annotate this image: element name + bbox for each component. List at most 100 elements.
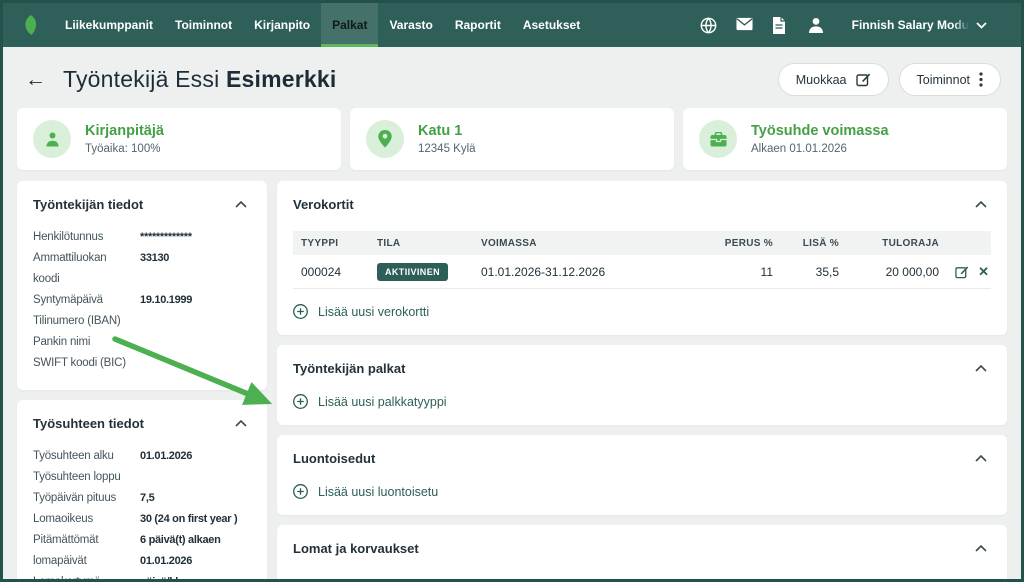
actions-button-label: Toiminnot: [917, 73, 971, 87]
add-benefit-link[interactable]: Lisää uusi luontoisetu: [293, 484, 991, 499]
collapse-chevron-up-icon[interactable]: [231, 417, 251, 431]
info-value: [140, 311, 251, 332]
plus-circle-icon: [293, 304, 308, 319]
row-edit-icon[interactable]: [955, 265, 969, 279]
user-icon[interactable]: [808, 17, 825, 34]
kebab-menu-icon: [979, 72, 983, 87]
account-dropdown[interactable]: Finnish Salary Modu: [852, 18, 987, 32]
column-header-perus: PERUS %: [701, 238, 773, 249]
location-pin-icon: [366, 120, 404, 158]
tax-card-base-pct: 11: [701, 265, 773, 279]
table-header-row: TYYPPI TILA VOIMASSA PERUS % LISÄ % TULO…: [293, 231, 991, 255]
info-row: SWIFT koodi (BIC): [33, 353, 251, 374]
benefits-section-title: Luontoisedut: [293, 451, 375, 466]
info-value: *************: [140, 227, 251, 248]
page-title: Työntekijä Essi Esimerkki: [63, 66, 337, 93]
page-title-prefix: Työntekijä Essi: [63, 66, 226, 92]
employment-info-title: Työsuhteen tiedot: [33, 416, 144, 431]
info-value: 01.01.2026: [140, 446, 251, 467]
plus-circle-icon: [293, 484, 308, 499]
tax-card-status: AKTIIVINEN: [377, 263, 481, 281]
summary-card-title: Kirjanpitäjä: [85, 123, 164, 139]
nav-item-toiminnot[interactable]: Toiminnot: [164, 3, 243, 47]
app-leaf-logo[interactable]: [21, 14, 40, 36]
nav-item-raportit[interactable]: Raportit: [444, 3, 512, 47]
tax-cards-title: Verokortit: [293, 197, 354, 212]
summary-card-employment: Työsuhde voimassa Alkaen 01.01.2026: [683, 108, 1007, 170]
page-header: ← Työntekijä Essi Esimerkki Muokkaa Toim…: [3, 47, 1021, 107]
actions-button[interactable]: Toiminnot: [899, 63, 1002, 96]
info-row-clipped: Lomakertymä päivä/kk: [33, 572, 251, 580]
info-value: 7,5: [140, 488, 251, 509]
info-row: Ammattiluokan koodi 33130: [33, 248, 251, 290]
info-row: Työsuhteen loppu: [33, 467, 251, 488]
tax-card-type: 000024: [293, 265, 377, 279]
summary-card-subtitle: Alkaen 01.01.2026: [751, 143, 889, 155]
collapse-chevron-up-icon[interactable]: [231, 198, 251, 212]
nav-item-palkat-active[interactable]: Palkat: [321, 3, 378, 47]
edit-button[interactable]: Muokkaa: [778, 63, 889, 96]
info-value: päivä/kk: [140, 572, 251, 580]
back-arrow[interactable]: ←: [25, 69, 46, 90]
tax-card-validity: 01.01.2026-31.12.2026: [481, 265, 701, 279]
table-row: 000024 AKTIIVINEN 01.01.2026-31.12.2026 …: [293, 255, 991, 289]
content-area: Työntekijän tiedot Henkilötunnus *******…: [3, 170, 1021, 582]
summary-card-role: Kirjanpitäjä Työaika: 100%: [17, 108, 341, 170]
status-badge: AKTIIVINEN: [377, 263, 448, 281]
collapse-chevron-up-icon[interactable]: [971, 362, 991, 376]
tax-cards-section: Verokortit TYYPPI TILA VOIMASSA PERUS % …: [277, 181, 1007, 335]
app-window: Liikekumppanit Toiminnot Kirjanpito Palk…: [0, 0, 1024, 582]
collapse-chevron-up-icon[interactable]: [971, 452, 991, 466]
info-label: Lomakertymä: [33, 572, 135, 580]
info-value: 6 päivä(t) alkaen 01.01.2026: [140, 530, 251, 572]
globe-icon[interactable]: [700, 17, 717, 34]
add-benefit-label: Lisää uusi luontoisetu: [318, 485, 438, 499]
info-row: Työsuhteen alku 01.01.2026: [33, 446, 251, 467]
info-label: Työpäivän pituus: [33, 488, 135, 509]
document-icon[interactable]: [772, 17, 789, 34]
nav-item-kirjanpito[interactable]: Kirjanpito: [243, 3, 321, 47]
column-header-tyyppi: TYYPPI: [293, 238, 377, 249]
info-row: Lomaoikeus 30 (24 on first year ): [33, 509, 251, 530]
top-nav: Liikekumppanit Toiminnot Kirjanpito Palk…: [3, 3, 1021, 47]
edit-pencil-icon: [856, 72, 871, 87]
employee-info-card: Työntekijän tiedot Henkilötunnus *******…: [17, 181, 267, 390]
info-row: Työpäivän pituus 7,5: [33, 488, 251, 509]
nav-item-varasto[interactable]: Varasto: [378, 3, 443, 47]
info-label: Henkilötunnus: [33, 227, 135, 248]
briefcase-icon: [699, 120, 737, 158]
info-row: Henkilötunnus *************: [33, 227, 251, 248]
main-column: Verokortit TYYPPI TILA VOIMASSA PERUS % …: [277, 181, 1007, 582]
sidebar: Työntekijän tiedot Henkilötunnus *******…: [17, 181, 267, 582]
column-header-tila: TILA: [377, 238, 481, 249]
nav-item-asetukset[interactable]: Asetukset: [512, 3, 591, 47]
tax-card-extra-pct: 35,5: [773, 265, 839, 279]
nav-item-liikekumppanit[interactable]: Liikekumppanit: [54, 3, 164, 47]
column-header-lisa: LISÄ %: [773, 238, 839, 249]
collapse-chevron-up-icon[interactable]: [971, 542, 991, 556]
edit-button-label: Muokkaa: [796, 73, 847, 87]
collapse-chevron-up-icon[interactable]: [971, 198, 991, 212]
tax-cards-table: TYYPPI TILA VOIMASSA PERUS % LISÄ % TULO…: [293, 231, 991, 289]
info-row: Pitämättömät lomapäivät 6 päivä(t) alkae…: [33, 530, 251, 572]
add-salary-type-link[interactable]: Lisää uusi palkkatyyppi: [293, 394, 991, 409]
add-tax-card-label: Lisää uusi verokortti: [318, 305, 429, 319]
header-buttons: Muokkaa Toiminnot: [778, 63, 1001, 96]
salary-section-title: Työntekijän palkat: [293, 361, 405, 376]
column-header-tuloraja: TULORAJA: [839, 238, 939, 249]
salary-section: Työntekijän palkat Lisää uusi palkkatyyp…: [277, 345, 1007, 425]
summary-card-address: Katu 1 12345 Kylä: [350, 108, 674, 170]
info-label: Lomaoikeus: [33, 509, 135, 530]
tax-card-income-limit: 20 000,00: [839, 265, 939, 279]
info-value: 33130: [140, 248, 251, 290]
info-value: [140, 332, 251, 353]
summary-cards-row: Kirjanpitäjä Työaika: 100% Katu 1 12345 …: [3, 108, 1021, 170]
info-label: Pitämättömät lomapäivät: [33, 530, 135, 572]
row-delete-icon[interactable]: ✕: [978, 265, 989, 278]
info-label: Tilinumero (IBAN): [33, 311, 135, 332]
mail-icon[interactable]: [736, 17, 753, 34]
nav-utility-icons: Finnish Salary Modu: [700, 17, 987, 34]
column-header-voimassa: VOIMASSA: [481, 238, 701, 249]
add-tax-card-link[interactable]: Lisää uusi verokortti: [293, 304, 991, 319]
info-row: Syntymäpäivä 19.10.1999: [33, 290, 251, 311]
